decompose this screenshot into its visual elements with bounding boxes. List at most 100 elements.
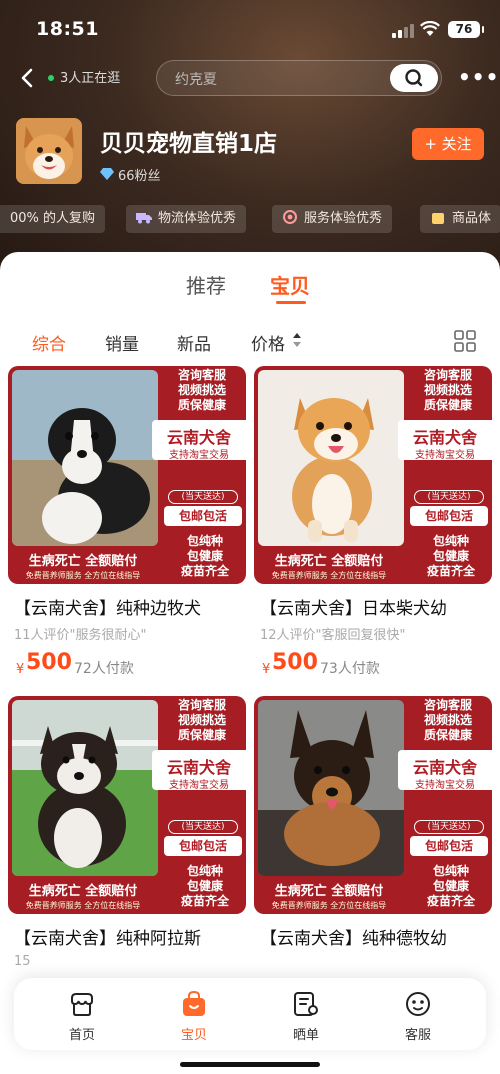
promo-banner: 生病死亡 全额赔付 [274, 554, 384, 569]
shop-nav-bar: 3人正在逛 约克夏 ••• [0, 58, 500, 98]
promo-text-top: 咨询客服 视频挑选 质保健康 [177, 368, 226, 412]
nav-service-label: 客服 [404, 1028, 431, 1043]
more-icon[interactable]: ••• [458, 66, 498, 90]
promo-banner-sub: 免费晋养师服务 全方位在线指导 [271, 571, 387, 580]
promo-text-bottom: 包纯种 包健康 疫苗齐全 [180, 534, 229, 578]
shop-icon [71, 993, 93, 1016]
product-sales: 72人付款 [74, 661, 134, 677]
search-placeholder: 约克夏 [175, 72, 217, 88]
nav-service[interactable]: 客服 [378, 978, 458, 1050]
sort-sales[interactable]: 销量 [105, 330, 139, 355]
promo-free-shipping: 包邮包活 [164, 836, 242, 856]
back-icon[interactable] [14, 64, 40, 92]
product-title[interactable]: 【云南犬舍】纯种阿拉斯 [14, 924, 250, 949]
product-image[interactable]: 咨询客服 视频挑选 质保健康 云南犬舍 支持淘宝交易 (当天送达) 包邮包活 包纯种… [254, 366, 492, 584]
nav-reviews[interactable]: 晒单 [266, 978, 346, 1050]
product-card[interactable]: 咨询客服 视频挑选 质保健康 云南犬舍 支持淘宝交易 (当天送达) 包邮包活 包纯种… [8, 696, 246, 1016]
review-icon [294, 992, 318, 1016]
product-card[interactable]: 咨询客服 视频挑选 质保健康 云南犬舍 支持淘宝交易 (当天送达) 包邮包活 包纯种… [254, 366, 492, 686]
tab-recommend[interactable]: 推荐 [186, 270, 226, 299]
search-input[interactable]: 约克夏 [156, 60, 442, 96]
nav-home-label: 首页 [68, 1028, 95, 1043]
fans-count: 66粉丝 [118, 169, 161, 184]
promo-text-bottom: 包纯种 包健康 疫苗齐全 [180, 864, 229, 908]
bottom-nav: 首页 宝贝 晒单 客服 [14, 978, 486, 1050]
promo-free-shipping: 包邮包活 [410, 506, 488, 526]
promo-brand-box: 云南犬舍 支持淘宝交易 [398, 420, 492, 461]
truck-icon [136, 213, 152, 224]
german-shepherd-photo [258, 700, 404, 876]
service-badge-icon [283, 210, 297, 224]
shop-avatar[interactable] [16, 118, 82, 184]
bag-badge-icon [432, 213, 444, 224]
search-button[interactable] [390, 64, 438, 92]
product-title[interactable]: 【云南犬舍】纯种边牧犬 [14, 594, 250, 619]
product-review: 12人评价"客服回复很快" [260, 628, 406, 643]
price-symbol: ¥ [262, 662, 271, 677]
wifi-icon [420, 21, 440, 36]
product-image[interactable]: 咨询客服 视频挑选 质保健康 云南犬舍 支持淘宝交易 (当天送达) 包邮包活 包纯种… [8, 696, 246, 914]
sort-price[interactable]: 价格 [251, 330, 285, 355]
follow-button[interactable]: + 关注 [412, 128, 484, 160]
diamond-icon [100, 168, 114, 180]
online-visitors: 3人正在逛 [60, 71, 121, 86]
badge-logistics[interactable]: 物流体验优秀 [126, 205, 247, 233]
promo-text-top: 咨询客服 视频挑选 质保健康 [177, 698, 226, 742]
product-image[interactable]: 咨询客服 视频挑选 质保健康 云南犬舍 支持淘宝交易 (当天送达) 包邮包活 包纯种… [254, 696, 492, 914]
badge-goods[interactable]: 商品体 [420, 205, 500, 233]
product-review: 11人评价"服务很耐心" [14, 628, 147, 643]
product-price: 500 [272, 650, 318, 675]
promo-free-shipping: 包邮包活 [410, 836, 488, 856]
service-icon [406, 992, 430, 1016]
promo-banner-sub: 免费晋养师服务 全方位在线指导 [25, 901, 141, 910]
promo-brand-box: 云南犬舍 支持淘宝交易 [152, 420, 246, 461]
tab-products[interactable]: 宝贝 [270, 270, 310, 299]
nav-home[interactable]: 首页 [42, 978, 122, 1050]
product-sales: 73人付款 [320, 661, 380, 677]
promo-banner-sub: 免费晋养师服务 全方位在线指导 [271, 901, 387, 910]
sort-arrows-icon [293, 333, 301, 347]
badge-repurchase[interactable]: 00% 的人复购 [0, 205, 106, 233]
promo-same-day: (当天送达) [168, 820, 238, 834]
badge-service[interactable]: 服务体验优秀 [272, 205, 393, 233]
product-card[interactable]: 咨询客服 视频挑选 质保健康 云南犬舍 支持淘宝交易 (当天送达) 包邮包活 包纯种… [8, 366, 246, 686]
status-bar: 18:51 76 [0, 0, 500, 58]
promo-same-day: (当天送达) [414, 820, 484, 834]
promo-banner: 生病死亡 全额赔付 [274, 884, 384, 899]
product-price: 500 [26, 650, 72, 675]
promo-banner: 生病死亡 全额赔付 [28, 554, 138, 569]
search-icon [405, 69, 423, 87]
shiba-photo [258, 370, 404, 546]
promo-text-bottom: 包纯种 包健康 疫苗齐全 [426, 534, 475, 578]
product-title[interactable]: 【云南犬舍】日本柴犬幼 [260, 594, 496, 619]
promo-banner-sub: 免费晋养师服务 全方位在线指导 [25, 571, 141, 580]
sort-new[interactable]: 新品 [177, 330, 211, 355]
product-sheet: 推荐 宝贝 综合 销量 新品 价格 咨询客服 视频挑选 质保健康 云南犬舍 支持… [0, 252, 500, 1074]
border-collie-photo [12, 370, 158, 546]
product-image[interactable]: 咨询客服 视频挑选 质保健康 云南犬舍 支持淘宝交易 (当天送达) 包邮包活 包纯种… [8, 366, 246, 584]
promo-free-shipping: 包邮包活 [164, 506, 242, 526]
promo-text-top: 咨询客服 视频挑选 质保健康 [423, 368, 472, 412]
promo-text-bottom: 包纯种 包健康 疫苗齐全 [426, 864, 475, 908]
product-card[interactable]: 咨询客服 视频挑选 质保健康 云南犬舍 支持淘宝交易 (当天送达) 包邮包活 包纯种… [254, 696, 492, 1016]
promo-same-day: (当天送达) [414, 490, 484, 504]
product-title[interactable]: 【云南犬舍】纯种德牧幼 [260, 924, 496, 949]
battery-icon: 76 [448, 21, 484, 38]
nav-products-label: 宝贝 [180, 1028, 207, 1043]
tab-underline [276, 301, 306, 304]
sort-comprehensive[interactable]: 综合 [32, 330, 66, 355]
promo-brand-box: 云南犬舍 支持淘宝交易 [398, 750, 492, 791]
promo-brand-box: 云南犬舍 支持淘宝交易 [152, 750, 246, 791]
shop-name: 贝贝宠物直销1店 [100, 131, 278, 157]
nav-products[interactable]: 宝贝 [154, 978, 234, 1050]
price-symbol: ¥ [16, 662, 25, 677]
grid-view-icon[interactable] [454, 330, 476, 352]
signal-icon [392, 24, 414, 38]
status-time: 18:51 [36, 18, 99, 40]
malamute-photo [12, 700, 158, 876]
home-indicator [180, 1062, 320, 1067]
shop-badges: 00% 的人复购 物流体验优秀 服务体验优秀 商品体 [0, 205, 500, 233]
nav-reviews-label: 晒单 [292, 1028, 319, 1043]
bag-icon [183, 990, 205, 1016]
promo-banner: 生病死亡 全额赔付 [28, 884, 138, 899]
